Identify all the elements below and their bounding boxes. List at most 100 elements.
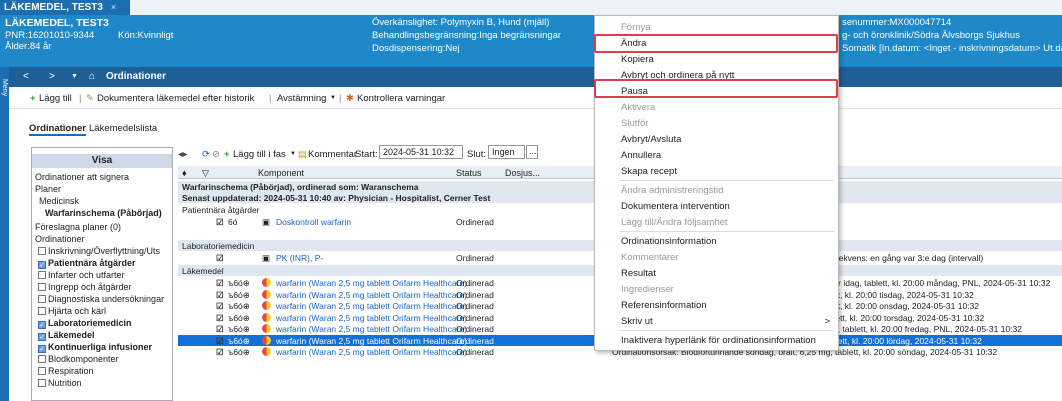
checkbox[interactable] — [38, 355, 46, 363]
warfarin-link[interactable]: warfarin (Waran 2,5 mg tablett Orifarm H… — [276, 313, 467, 323]
back-button[interactable]: < — [23, 71, 29, 82]
warfarin-link[interactable]: warfarin (Waran 2,5 mg tablett Orifarm H… — [276, 301, 467, 311]
menu-item[interactable]: Dokumentera intervention — [595, 198, 838, 214]
separator: | — [79, 93, 82, 104]
view-item[interactable]: Diagnostiska undersökningar — [38, 294, 164, 304]
start-label: Start: — [355, 149, 378, 160]
checkbox[interactable] — [38, 247, 46, 255]
plan-title[interactable]: Warfarinschema (Påbörjad), ordinerad som… — [182, 182, 419, 192]
warfarin-link[interactable]: warfarin (Waran 2,5 mg tablett Orifarm H… — [276, 324, 467, 334]
menu-item[interactable]: Skriv ut > — [595, 313, 838, 329]
checkbox[interactable] — [38, 271, 46, 279]
view-item[interactable]: Ordinationer att signera — [35, 172, 129, 182]
menu-item-label: Resultat — [621, 268, 656, 279]
clinic-info: g- och öronklinik/Södra Älvsborgs Sjukhu… — [842, 30, 1020, 41]
view-item[interactable]: ✓ Läkemedel — [38, 330, 95, 341]
patient-gender: Kön:Kvinnligt — [118, 30, 174, 41]
menu-item: Kommentarer — [595, 249, 838, 265]
column-status[interactable]: Status — [456, 168, 482, 178]
column-dosjus[interactable]: Dosjus... — [505, 168, 540, 178]
view-item[interactable]: Planer — [35, 184, 61, 194]
checkbox[interactable]: ✓ — [38, 333, 46, 341]
comment-icon: ▤ — [298, 149, 307, 160]
view-item[interactable]: Ingrepp och åtgärder — [38, 282, 132, 292]
pill-icon — [262, 312, 271, 322]
order-icon: ъ6ó⊕ — [228, 312, 250, 323]
checkbox[interactable]: ✓ — [38, 261, 46, 269]
menu-item[interactable]: Resultat — [595, 265, 838, 281]
checkbox[interactable] — [38, 307, 46, 315]
pk-inr-link[interactable]: PK (INR), P- — [276, 253, 323, 263]
chevron-down-icon[interactable]: ▼ — [290, 151, 296, 157]
checkbox[interactable] — [38, 379, 46, 387]
view-item[interactable]: Nutrition — [38, 378, 82, 388]
view-item[interactable]: ✓ Kontinuerliga infusioner — [38, 342, 152, 353]
view-item[interactable]: Inskrivning/Överflyttning/Uts — [38, 246, 160, 256]
view-item[interactable]: Warfarinschema (Påbörjad) — [45, 208, 162, 218]
end-date-field[interactable]: Ingen — [488, 145, 525, 159]
patient-tab[interactable]: LÄKEMEDEL, TEST3 × — [0, 0, 130, 15]
menu-item[interactable]: Ordinationsinformation — [595, 233, 838, 249]
menu-item[interactable]: Avbryt/Avsluta — [595, 131, 838, 147]
column-komponent[interactable]: Komponent — [258, 168, 304, 178]
refresh-icon[interactable]: ⟳ — [202, 149, 210, 160]
chevron-down-icon[interactable]: ▼ — [71, 73, 78, 80]
view-item[interactable]: Blodkomponenter — [38, 354, 119, 364]
menu-item[interactable]: Kopiera — [595, 51, 838, 67]
dose-control-link[interactable]: Doskontroll warfarin — [276, 217, 351, 227]
checkbox[interactable]: ✓ — [38, 345, 46, 353]
end-date-more-button[interactable]: ... — [526, 145, 538, 159]
checkbox[interactable] — [38, 295, 46, 303]
order-icon: ъ6ó⊕ — [228, 335, 250, 346]
view-item-label: Patientnära åtgärder — [48, 258, 136, 268]
page-title: Ordinationer — [106, 71, 167, 82]
menu-item: Aktivera — [595, 99, 838, 115]
warfarin-link[interactable]: warfarin (Waran 2,5 mg tablett Orifarm H… — [276, 347, 467, 357]
cancel-icon[interactable]: ⊘ — [212, 149, 220, 160]
checkbox[interactable] — [38, 283, 46, 291]
menu-sidebar[interactable]: Meny — [0, 67, 9, 401]
view-item[interactable]: ✓ Laboratoriemedicin — [38, 318, 132, 329]
reconcile-button[interactable]: Avstämning — [277, 93, 326, 104]
view-item[interactable]: Infarter och utfarter — [38, 270, 125, 280]
view-item-label: Föreslagna planer (0) — [35, 222, 122, 232]
view-item[interactable]: Medicinsk — [39, 196, 79, 206]
tab-lakemedelslista[interactable]: Läkemedelslista — [89, 123, 157, 134]
detail-cell: blett, kl. 20:00 onsdag, 2024-05-31 10:3… — [824, 301, 980, 311]
comment-button[interactable]: Kommentar — [308, 149, 357, 160]
view-item[interactable]: Ordinationer — [35, 234, 85, 244]
menu-item: Slutför — [595, 115, 838, 131]
treatment-limit: Behandlingsbegränsning:Inga begränsninga… — [372, 30, 562, 41]
add-to-phase-button[interactable]: Lägg till i fas — [233, 149, 286, 160]
detail-cell: ablett, kl. 20:00 torsdag, 2024-05-31 10… — [824, 312, 985, 323]
menu-item[interactable]: Skapa recept — [595, 163, 838, 179]
view-item[interactable]: ✓ Patientnära åtgärder — [38, 258, 136, 269]
menu-item[interactable]: Referensinformation — [595, 297, 838, 313]
view-item[interactable]: Respiration — [38, 366, 94, 376]
checkbox[interactable] — [38, 367, 46, 375]
status-cell: Ordinerad — [456, 335, 494, 346]
checkbox[interactable]: ✓ — [38, 321, 46, 329]
collapse-icon[interactable]: ◂▸ — [178, 149, 188, 160]
warfarin-link[interactable]: warfarin (Waran 2,5 mg tablett Orifarm H… — [276, 290, 467, 300]
menu-item-label: Inaktivera hyperlänk för ordinationsinfo… — [621, 335, 816, 346]
close-icon[interactable]: × — [111, 2, 116, 12]
chevron-down-icon[interactable]: ▼ — [330, 95, 336, 101]
home-icon[interactable]: ⌂ — [89, 71, 95, 82]
view-item-label: Ordinationer — [35, 234, 85, 244]
menu-item[interactable]: Inaktivera hyperlänk för ordinationsinfo… — [595, 332, 838, 348]
forward-button[interactable]: > — [49, 71, 55, 82]
check-warnings-button[interactable]: Kontrollera varningar — [357, 93, 445, 104]
allergy-info[interactable]: Överkänslighet: Polymyxin B, Hund (mjäll… — [372, 17, 549, 28]
icon-column-header[interactable]: ♦ — [182, 168, 187, 178]
warfarin-link[interactable]: warfarin (Waran 2,5 mg tablett Orifarm H… — [276, 278, 467, 288]
document-history-button[interactable]: Dokumentera läkemedel efter historik — [97, 93, 254, 104]
warfarin-link[interactable]: warfarin (Waran 2,5 mg tablett Orifarm H… — [276, 336, 467, 346]
menu-item[interactable]: Annullera — [595, 147, 838, 163]
tab-ordinationer[interactable]: Ordinationer — [29, 123, 87, 136]
view-item[interactable]: Hjärta och kärl — [38, 306, 106, 316]
add-button[interactable]: Lägg till — [39, 93, 72, 104]
filter-icon[interactable]: ▽ — [202, 168, 209, 179]
view-item[interactable]: Föreslagna planer (0) — [35, 222, 121, 232]
start-date-field[interactable]: 2024-05-31 10:32 — [379, 145, 463, 159]
